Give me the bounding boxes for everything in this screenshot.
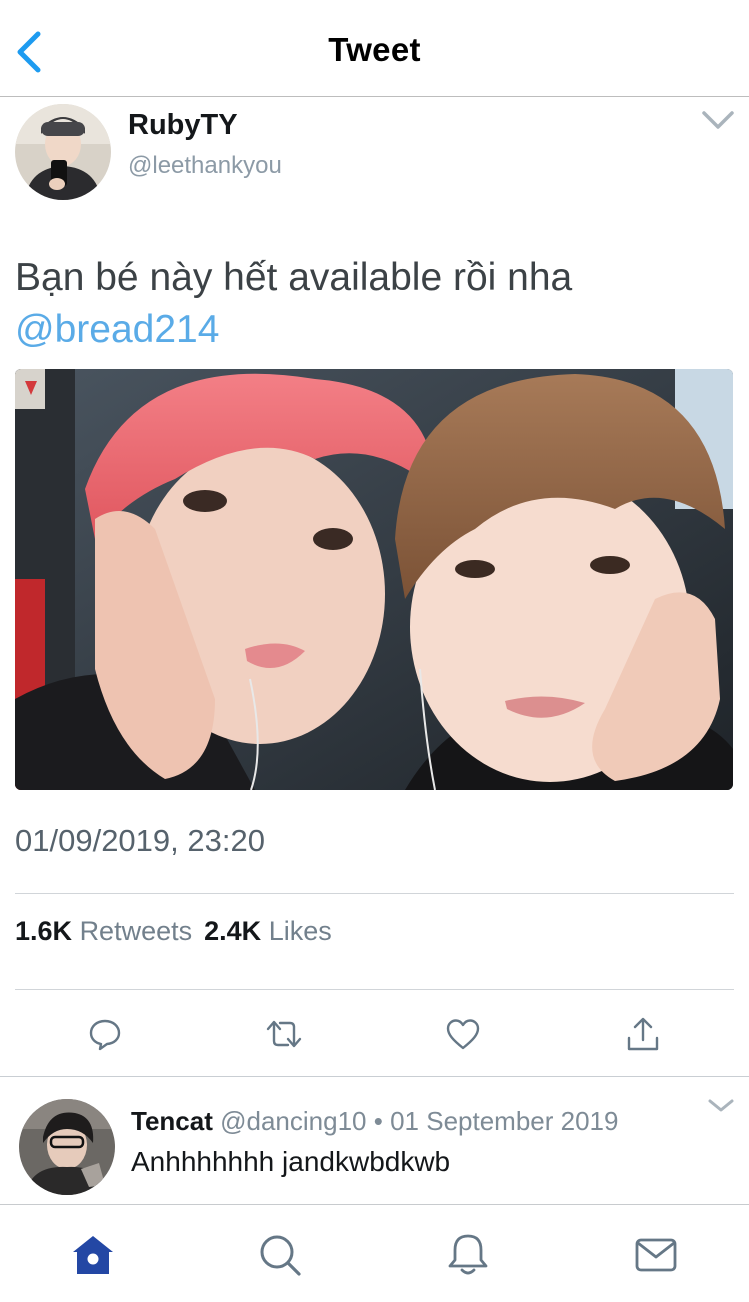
likes-count: 2.4K [204,916,262,946]
page-title: Tweet [328,31,421,68]
tab-bar [0,1204,749,1302]
tweet-text: Bạn bé này hết available rồi nha @bread2… [15,252,735,356]
tab-notifications[interactable] [442,1229,494,1281]
author-avatar[interactable] [15,104,111,200]
retweets-stat[interactable]: 1.6K Retweets [15,916,192,946]
tweet-actions [0,1012,749,1058]
reply-button[interactable] [85,1012,125,1056]
reply-icon [89,1019,121,1051]
tab-messages[interactable] [630,1229,682,1281]
reply-text: Anhhhhhhh jandkwbdkwb [131,1146,451,1177]
mention-link[interactable]: @bread214 [15,308,219,351]
retweets-label: Retweets [79,916,193,946]
author-name[interactable]: RubyTY [128,109,238,142]
retweet-button[interactable] [264,1012,304,1056]
reply-avatar[interactable] [19,1099,115,1195]
envelope-icon [635,1238,677,1272]
search-icon [260,1235,301,1276]
reply-author-name[interactable]: Tencat [131,1106,213,1136]
navigation-bar: Tweet [0,0,749,97]
reply-date: 01 September 2019 [390,1106,619,1136]
tweet-menu-button[interactable] [700,107,736,133]
tab-search[interactable] [254,1229,306,1281]
reply-tweet[interactable]: Tencat @dancing10 • 01 September 2019 An… [0,1078,749,1204]
like-button[interactable] [443,1012,483,1056]
likes-stat[interactable]: 2.4K Likes [204,916,332,946]
home-icon [73,1236,113,1274]
divider [15,893,734,894]
share-button[interactable] [623,1012,663,1056]
divider [15,989,734,990]
chevron-down-icon [708,1099,734,1112]
divider [0,1076,749,1077]
chevron-down-icon [702,111,734,129]
retweet-icon [266,1020,302,1048]
bell-icon [448,1234,488,1275]
tab-home[interactable] [67,1229,119,1281]
reply-separator: • [373,1106,383,1136]
tweet-body: Bạn bé này hết available rồi nha [15,256,573,299]
tweet-timestamp: 01/09/2019, 23:20 [15,823,265,858]
reply-header: Tencat @dancing10 • 01 September 2019 [131,1106,618,1137]
tweet-stats: 1.6K Retweets 2.4K Likes [15,916,332,947]
tweet-photo[interactable] [15,369,733,790]
reply-menu-button[interactable] [706,1096,736,1116]
reply-author-handle[interactable]: @dancing10 [220,1106,366,1136]
share-icon [627,1017,659,1051]
likes-label: Likes [268,916,332,946]
retweets-count: 1.6K [15,916,73,946]
tweet-author: RubyTY @leethankyou [0,97,749,217]
heart-icon [446,1019,480,1050]
author-handle[interactable]: @leethankyou [128,152,282,180]
